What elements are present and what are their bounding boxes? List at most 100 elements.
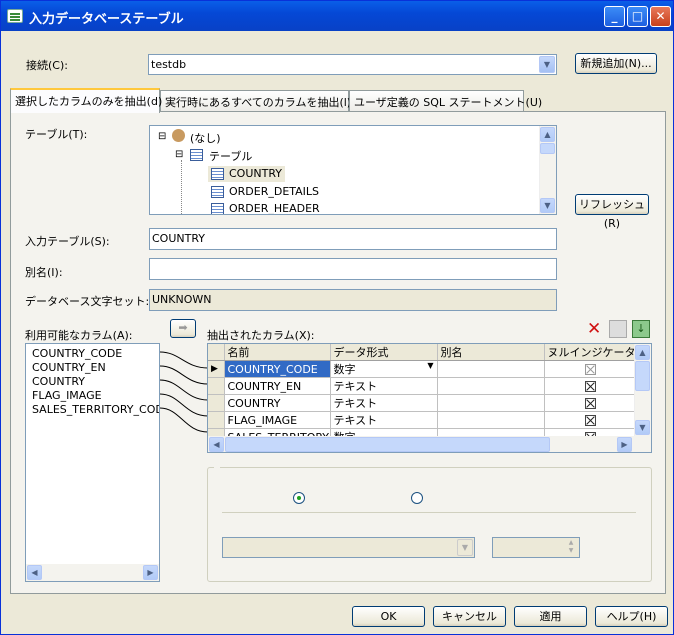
user-icon bbox=[172, 129, 185, 142]
charset-label: データベース文字セット: bbox=[25, 295, 150, 308]
refresh-button[interactable]: リフレッシュ(R) bbox=[575, 194, 649, 230]
radio-other-format[interactable] bbox=[411, 491, 423, 504]
cell-null[interactable] bbox=[544, 377, 637, 395]
list-item[interactable]: SALES_TERRITORY_CODE bbox=[32, 403, 159, 417]
tree-node-tables[interactable]: テーブル bbox=[209, 148, 252, 164]
grid-vscrollbar[interactable]: ▲ ▼ bbox=[634, 344, 651, 436]
tree-item[interactable]: ORDER_HEADER bbox=[211, 202, 320, 215]
tree-line bbox=[181, 160, 182, 214]
length-spinner[interactable]: ▲ ▼ bbox=[492, 537, 580, 558]
scroll-left-icon[interactable]: ◀ bbox=[27, 565, 42, 580]
spinner-arrows-icon[interactable]: ▲ ▼ bbox=[564, 539, 578, 555]
copy-icon[interactable] bbox=[609, 320, 627, 338]
chevron-down-icon[interactable]: ▼ bbox=[539, 56, 555, 73]
tab-selected-columns[interactable]: 選択したカラムのみを抽出(d) bbox=[10, 88, 162, 113]
table-tree[interactable]: ⊟ (なし) ⊟ テーブル COUNTRY ORDER_DETAILS ORDE… bbox=[149, 125, 557, 215]
row-pointer-icon: ▶ bbox=[208, 360, 225, 378]
available-columns-list[interactable]: COUNTRY_CODE COUNTRY_EN COUNTRY FLAG_IMA… bbox=[25, 343, 160, 582]
column-list: COUNTRY_CODE COUNTRY_EN COUNTRY FLAG_IMA… bbox=[32, 347, 159, 417]
cell-name[interactable]: COUNTRY_CODE bbox=[224, 360, 331, 378]
cell-type[interactable]: テキスト bbox=[330, 394, 438, 412]
grid-hscrollbar[interactable]: ◀ ▶ bbox=[208, 436, 651, 452]
close-button[interactable]: ✕ bbox=[650, 6, 671, 27]
scroll-up-icon[interactable]: ▲ bbox=[540, 127, 555, 142]
scroll-thumb[interactable] bbox=[540, 143, 555, 154]
radio-button[interactable] bbox=[293, 492, 305, 504]
alias-field[interactable] bbox=[149, 258, 557, 280]
cell-name[interactable]: COUNTRY_EN bbox=[224, 377, 331, 395]
cell-type[interactable]: テキスト bbox=[330, 377, 438, 395]
scroll-left-icon[interactable]: ◀ bbox=[209, 437, 224, 452]
scroll-thumb[interactable] bbox=[225, 437, 550, 452]
delete-icon[interactable]: ✕ bbox=[587, 319, 601, 339]
column-header-type[interactable]: データ形式 bbox=[330, 344, 438, 361]
format-combo[interactable]: ▼ bbox=[222, 537, 475, 558]
column-header-alias[interactable]: 別名 bbox=[437, 344, 545, 361]
cell-name[interactable]: FLAG_IMAGE bbox=[224, 411, 331, 429]
table-row[interactable]: COUNTRY_EN テキスト bbox=[208, 377, 637, 395]
cell-alias[interactable] bbox=[437, 394, 545, 412]
cell-null[interactable] bbox=[544, 394, 637, 412]
checkbox[interactable] bbox=[584, 415, 596, 426]
chevron-down-icon[interactable]: ▼ bbox=[427, 361, 433, 370]
cell-null[interactable] bbox=[544, 360, 637, 378]
column-header-null[interactable]: ヌルインジケータを bbox=[544, 344, 647, 361]
collapse-icon[interactable]: ⊟ bbox=[158, 131, 166, 142]
tree-node-none[interactable]: (なし) bbox=[190, 130, 221, 146]
help-button[interactable]: ヘルプ(H) bbox=[595, 606, 668, 627]
checkbox[interactable] bbox=[584, 364, 596, 375]
dialog-window: 入力データベーステーブル _ □ ✕ 接続(C): testdb ▼ 新規追加(N… bbox=[0, 0, 674, 635]
tree-item-selected[interactable]: COUNTRY bbox=[208, 166, 285, 182]
extracted-grid[interactable]: 名前 データ形式 別名 ヌルインジケータを ▶ COUNTRY_CODE 数字 ▼ COUN… bbox=[207, 343, 652, 453]
scroll-down-icon[interactable]: ▼ bbox=[540, 198, 555, 213]
cell-null[interactable] bbox=[544, 411, 637, 429]
cell-alias[interactable] bbox=[437, 377, 545, 395]
tree-item[interactable]: ORDER_DETAILS bbox=[211, 185, 319, 198]
tab-user-sql[interactable]: ユーザ定義の SQL ステートメント(U) bbox=[349, 90, 542, 112]
alias-label: 別名(I): bbox=[25, 266, 63, 279]
checkbox[interactable] bbox=[584, 398, 596, 409]
scroll-right-icon[interactable]: ▶ bbox=[617, 437, 632, 452]
apply-button[interactable]: 適用 bbox=[514, 606, 587, 627]
scroll-right-icon[interactable]: ▶ bbox=[143, 565, 158, 580]
scroll-up-icon[interactable]: ▲ bbox=[635, 345, 650, 360]
minimize-button[interactable]: _ bbox=[604, 6, 625, 27]
radio-button[interactable] bbox=[411, 492, 423, 504]
table-folder-icon bbox=[190, 149, 203, 161]
cancel-button[interactable]: キャンセル bbox=[433, 606, 506, 627]
column-header-name[interactable]: 名前 bbox=[224, 344, 331, 361]
table-row[interactable]: ▶ COUNTRY_CODE 数字 ▼ bbox=[208, 360, 637, 378]
title-bar: 入力データベーステーブル _ □ ✕ bbox=[1, 1, 673, 31]
cell-type-combo[interactable]: 数字 ▼ bbox=[330, 360, 438, 378]
scroll-down-icon[interactable]: ▼ bbox=[635, 420, 650, 435]
arrow-right-icon[interactable]: ➡ bbox=[170, 319, 196, 338]
import-icon[interactable]: ↓ bbox=[632, 320, 650, 338]
cell-name[interactable]: COUNTRY bbox=[224, 394, 331, 412]
tree-scrollbar[interactable]: ▲ ▼ bbox=[539, 126, 556, 214]
radio-default-format[interactable] bbox=[293, 491, 305, 504]
ok-button[interactable]: OK bbox=[352, 606, 425, 627]
connection-combo[interactable]: testdb ▼ bbox=[148, 54, 557, 75]
format-group bbox=[207, 467, 652, 582]
list-hscrollbar[interactable]: ◀ ▶ bbox=[26, 564, 159, 581]
cell-alias[interactable] bbox=[437, 360, 545, 378]
input-table-field[interactable]: COUNTRY bbox=[149, 228, 557, 250]
table-row[interactable]: FLAG_IMAGE テキスト bbox=[208, 411, 637, 429]
maximize-button[interactable]: □ bbox=[627, 6, 648, 27]
table-row[interactable]: COUNTRY テキスト bbox=[208, 394, 637, 412]
chevron-down-icon[interactable]: ▼ bbox=[457, 539, 473, 556]
tab-all-columns[interactable]: 実行時にあるすべてのカラムを抽出(l) bbox=[160, 90, 351, 112]
row-header bbox=[208, 394, 225, 412]
cell-type[interactable]: テキスト bbox=[330, 411, 438, 429]
connection-value: testdb bbox=[151, 58, 187, 71]
scroll-thumb[interactable] bbox=[635, 361, 650, 391]
tree-item-label: ORDER_HEADER bbox=[229, 202, 320, 215]
new-connection-button[interactable]: 新規追加(N)... bbox=[575, 53, 657, 74]
collapse-icon[interactable]: ⊟ bbox=[175, 149, 183, 160]
list-item[interactable]: FLAG_IMAGE bbox=[32, 389, 159, 403]
cell-alias[interactable] bbox=[437, 411, 545, 429]
list-item[interactable]: COUNTRY bbox=[32, 375, 159, 389]
list-item[interactable]: COUNTRY_EN bbox=[32, 361, 159, 375]
list-item[interactable]: COUNTRY_CODE bbox=[32, 347, 159, 361]
checkbox[interactable] bbox=[584, 381, 596, 392]
